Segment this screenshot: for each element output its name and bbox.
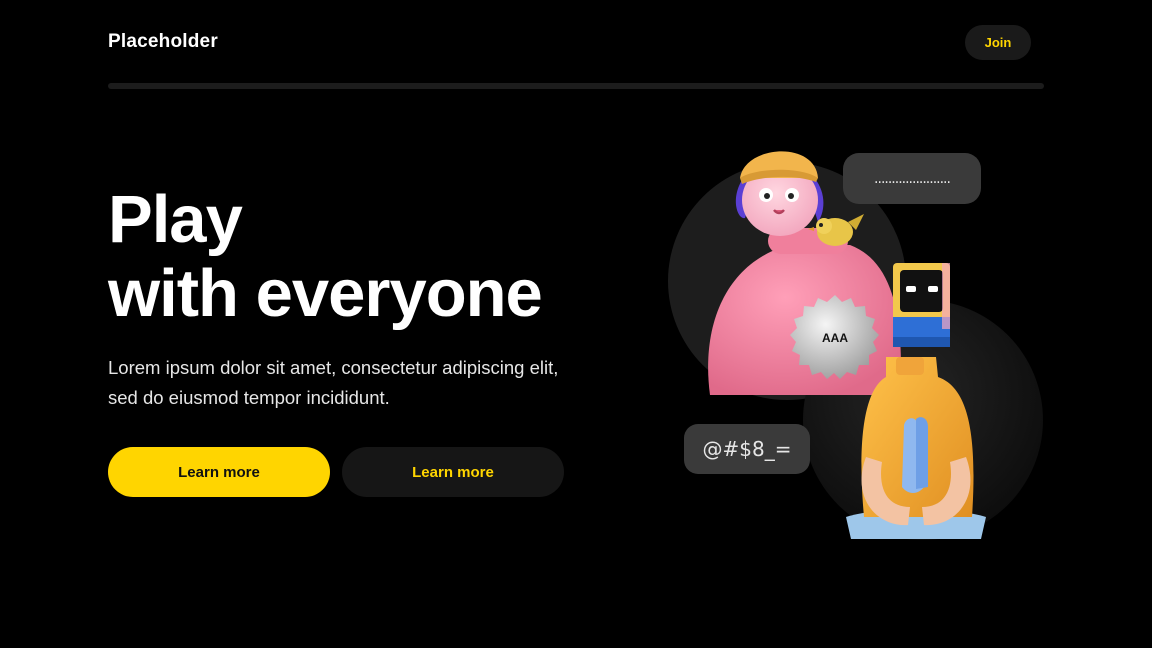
nav-divider xyxy=(108,83,1044,89)
hero-title-line-2: with everyone xyxy=(108,256,543,331)
brand-logo[interactable]: Placeholder xyxy=(108,31,218,53)
top-nav: Placeholder Join xyxy=(108,25,1044,61)
praying-character-illustration xyxy=(846,357,986,539)
hero-description: Lorem ipsum dolor sit amet, consectetur … xyxy=(108,357,559,408)
learn-more-primary-button[interactable]: Learn more xyxy=(108,447,330,497)
hero-illustration: ...................... AAA @#$8_= xyxy=(660,135,1060,545)
join-button[interactable]: Join xyxy=(965,25,1031,60)
robot-character-illustration xyxy=(893,263,950,347)
landing-page: Placeholder Join Play with everyone Lore… xyxy=(0,0,1152,648)
hero-title: Play with everyone xyxy=(108,182,543,331)
speech-bubble-top: ...................... xyxy=(843,153,981,204)
speech-bubble-bottom: @#$8_= xyxy=(684,424,810,474)
learn-more-secondary-button[interactable]: Learn more xyxy=(342,447,564,497)
hero-title-line-1: Play xyxy=(108,182,243,257)
